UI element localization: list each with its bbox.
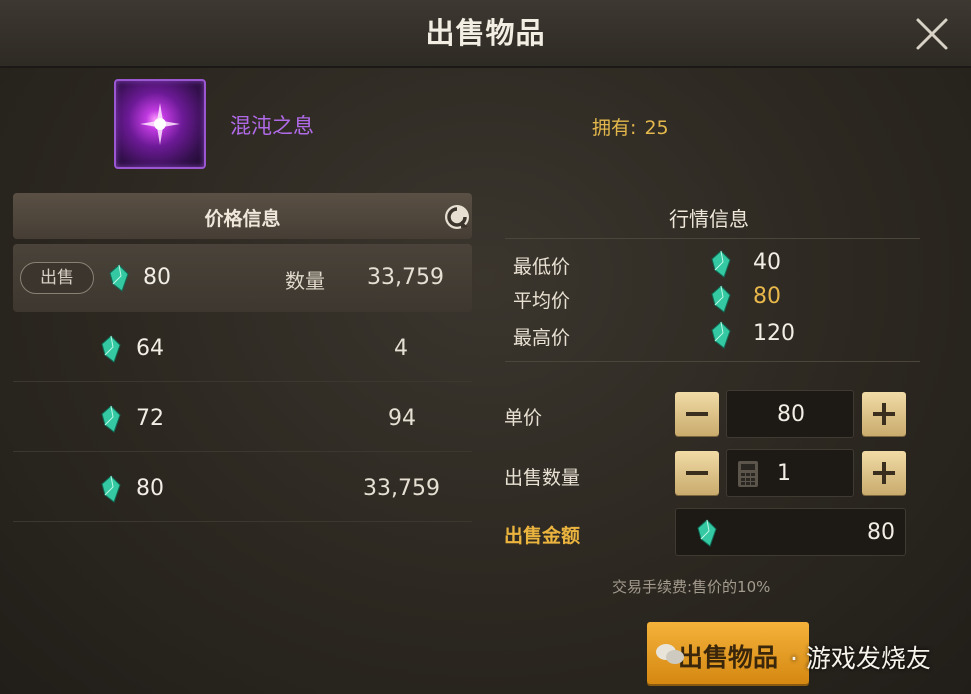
max-price-value: 120 — [753, 321, 795, 346]
price-row[interactable]: 80 33,759 — [13, 453, 472, 522]
unit-price-minus-button[interactable] — [675, 392, 719, 436]
row-price: 80 — [143, 265, 171, 290]
unit-price-input[interactable]: 80 — [726, 390, 854, 438]
gem-icon — [101, 405, 121, 433]
sell-total-value: 80 — [867, 520, 895, 545]
row-qty-label: 数量 — [285, 269, 325, 293]
sell-tag-button[interactable]: 出售 — [20, 262, 94, 294]
price-row[interactable]: 72 94 — [13, 383, 472, 452]
avg-price-value: 80 — [753, 284, 781, 309]
dialog-title: 出售物品 — [425, 16, 546, 50]
price-info-title: 价格信息 — [204, 208, 281, 230]
min-price-label: 最低价 — [513, 256, 571, 278]
close-icon[interactable] — [912, 14, 952, 54]
minus-icon — [686, 471, 708, 475]
watermark-text: · 游戏发烧友 — [790, 644, 931, 673]
sell-qty-label: 出售数量 — [504, 467, 581, 489]
avg-price-label: 平均价 — [513, 290, 571, 312]
sell-qty-input[interactable]: 1 — [726, 449, 854, 497]
sell-total-field: 80 — [675, 508, 906, 556]
item-icon[interactable] — [114, 79, 206, 169]
unit-price-label: 单价 — [504, 407, 543, 429]
sparkle-icon — [140, 103, 180, 145]
plus-icon — [873, 462, 895, 484]
divider — [505, 361, 920, 362]
gem-icon — [697, 519, 717, 547]
gem-icon — [711, 250, 731, 278]
gem-icon — [109, 264, 129, 292]
row-qty: 33,759 — [363, 476, 440, 501]
wechat-icon — [656, 644, 684, 664]
unit-price-plus-button[interactable] — [862, 392, 906, 436]
price-row-selected[interactable]: 出售 80 数量 33,759 — [13, 244, 472, 312]
owned-label: 拥有: — [592, 117, 637, 139]
owned-value: 25 — [644, 117, 669, 139]
unit-price-value: 80 — [777, 402, 805, 427]
price-info-header: 价格信息 — [13, 193, 472, 239]
gem-icon — [101, 335, 121, 363]
sell-qty-value: 1 — [777, 461, 791, 486]
gem-icon — [101, 475, 121, 503]
sell-total-label: 出售金额 — [504, 525, 581, 547]
divider — [505, 238, 920, 239]
row-price: 80 — [136, 476, 164, 501]
row-qty: 33,759 — [367, 265, 444, 290]
market-info-title: 行情信息 — [669, 207, 749, 231]
min-price-value: 40 — [753, 250, 781, 275]
row-price: 72 — [136, 406, 164, 431]
qty-plus-button[interactable] — [862, 451, 906, 495]
price-row[interactable]: 64 4 — [13, 313, 472, 382]
minus-icon — [686, 412, 708, 416]
qty-minus-button[interactable] — [675, 451, 719, 495]
plus-icon — [873, 403, 895, 425]
calculator-icon[interactable] — [737, 460, 759, 488]
max-price-label: 最高价 — [513, 327, 571, 349]
row-price: 64 — [136, 336, 164, 361]
refresh-icon[interactable] — [441, 201, 473, 233]
owned-count: 拥有: 25 — [590, 113, 669, 140]
row-qty: 4 — [394, 336, 408, 361]
fee-note: 交易手续费:售价的10% — [612, 578, 771, 596]
gem-icon — [711, 321, 731, 349]
dialog-titlebar: 出售物品 — [0, 0, 971, 68]
sell-dialog: 出售物品 混沌之息 拥有: 25 价格信息 出售 80 数量 33,759 64… — [0, 0, 971, 694]
row-qty: 94 — [388, 406, 416, 431]
gem-icon — [711, 285, 731, 313]
item-name: 混沌之息 — [230, 114, 314, 138]
